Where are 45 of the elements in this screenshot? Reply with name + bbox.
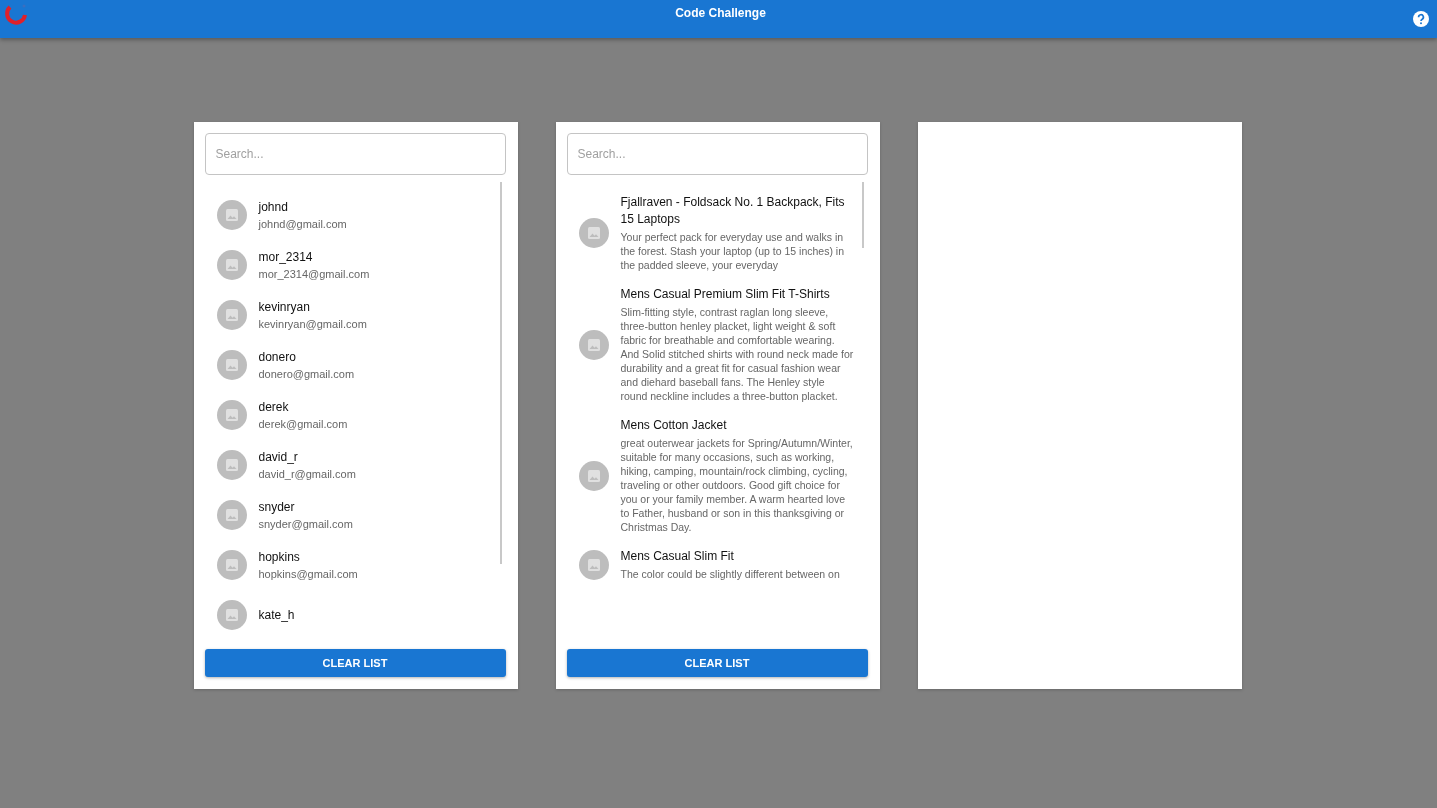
product-name: Fjallraven - Foldsack No. 1 Backpack, Fits 15 Laptops [620,194,846,228]
search-field[interactable]: Search... [566,133,868,175]
image-placeholder-icon [216,350,247,380]
user-email: derek@gmail.com [258,416,348,431]
image-placeholder-icon [578,549,609,580]
logo-icon [4,3,28,27]
product-name: Mens Casual Slim Fit [620,548,735,565]
search-field[interactable]: Search... [204,133,506,175]
product-description: Your perfect pack for everyday use and walks in the forest. Stash your laptop (up to 15 inches) in the padded sleeve, your everyday [620,230,846,272]
help-icon[interactable] [1413,10,1429,27]
image-placeholder-icon [216,250,247,280]
image-placeholder-icon [216,600,247,630]
image-placeholder-icon [216,450,247,480]
user-email: david_r@gmail.com [258,466,356,481]
user-name: derek [258,399,290,415]
user-name: kevinryan [258,299,311,315]
user-name: donero [258,349,297,365]
user-email: donero@gmail.com [258,366,355,381]
image-placeholder-icon [578,329,609,360]
image-placeholder-icon [216,200,247,230]
user-email: kevinryan@gmail.com [258,316,367,331]
product-name: Mens Cotton Jacket [620,417,728,434]
product-name: Mens Casual Premium Slim Fit T-Shirts [620,286,831,303]
user-email: snyder@gmail.com [258,516,353,531]
user-name: snyder [258,499,296,515]
clear-list-button[interactable]: CLEAR LIST [204,649,506,677]
image-placeholder-icon [216,500,247,530]
image-placeholder-icon [216,400,247,430]
image-placeholder-icon [216,300,247,330]
user-name: hopkins [258,549,301,565]
image-placeholder-icon [578,460,609,491]
image-placeholder-icon [216,550,247,580]
user-email: mor_2314@gmail.com [258,266,370,281]
image-placeholder-icon [578,218,609,248]
product-description: The color could be slightly different between on [620,567,840,581]
clear-list-button[interactable]: CLEAR LIST [566,649,868,677]
user-name: kate_h [258,607,295,623]
user-name: david_r [258,449,299,465]
product-description: great outerwear jackets for Spring/Autumn/Winter, suitable for many occasions, such as working, hiking, camping, mountain/rock climbing, cycling, traveling or other outdoors. Good gift choice for you or your family member. A warm hearted love to Father, husband or son in this thanksgiving or Christmas Day. [620,436,854,534]
user-email: hopkins@gmail.com [258,566,358,581]
app-title: Code Challenge [675,6,766,20]
product-description: Slim-fitting style, contrast raglan long sleeve, three-button henley placket, light weight & soft fabric for breathable and comfortable wearing. And Solid stitched shirts with round neck made for durability and a great fit for casual fashion wear and diehard baseball fans. The Henley style round neckline includes a three-button placket. [620,305,854,403]
user-name: mor_2314 [258,249,314,265]
user-email: johnd@gmail.com [258,216,347,231]
user-name: johnd [258,199,289,215]
